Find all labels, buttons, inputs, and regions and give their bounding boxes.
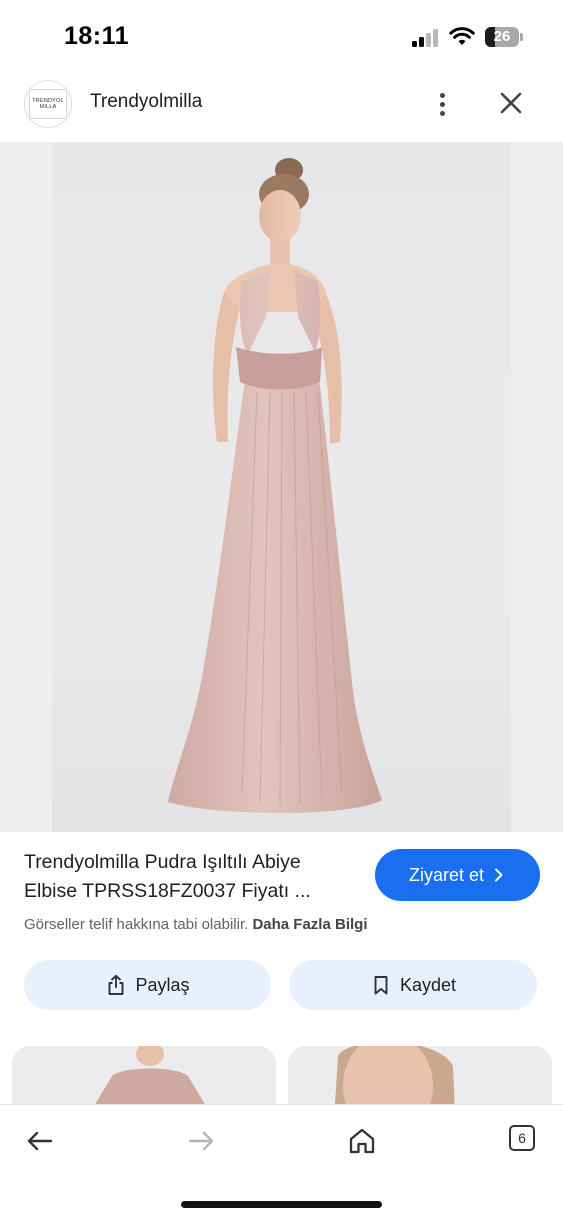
bottom-navigation-bar: 6 [0, 1104, 563, 1220]
tabs-icon[interactable]: 6 [509, 1125, 535, 1151]
battery-icon: 26 [485, 27, 519, 47]
share-button[interactable]: Paylaş [24, 960, 271, 1010]
copyright-text: Görseller telif hakkına tabi olabilir. [24, 916, 249, 933]
copyright-notice: Görseller telif hakkına tabi olabilir. D… [24, 916, 367, 933]
close-icon[interactable] [497, 89, 525, 117]
battery-cap [520, 33, 523, 41]
more-info-link[interactable]: Daha Fazla Bilgi [252, 916, 367, 933]
logo-mark: TRENDYOL MILLA [29, 89, 67, 119]
bookmark-icon [374, 976, 388, 995]
product-image[interactable] [52, 142, 511, 832]
battery-level: 26 [493, 28, 511, 45]
logo-line-2: MILLA [39, 104, 57, 110]
status-time: 18:11 [64, 22, 130, 50]
status-bar: 18:11 26 [0, 0, 563, 76]
visit-label: Ziyaret et [408, 864, 485, 885]
image-viewer-header: TRENDYOL MILLA Trendyolmilla [0, 76, 563, 142]
back-arrow-icon[interactable] [22, 1123, 58, 1159]
site-logo[interactable]: TRENDYOL MILLA [24, 80, 72, 128]
chevron-right-icon [495, 868, 503, 882]
more-vertical-icon[interactable] [428, 88, 456, 120]
home-indicator[interactable] [181, 1201, 382, 1208]
save-button[interactable]: Kaydet [289, 960, 537, 1010]
home-icon[interactable] [344, 1123, 380, 1159]
signal-icon [412, 29, 440, 47]
forward-arrow-icon[interactable] [183, 1123, 219, 1159]
wifi-icon [449, 25, 475, 47]
share-label: Paylaş [135, 974, 190, 995]
tab-count: 6 [518, 1130, 526, 1146]
image-preview-area[interactable] [0, 142, 563, 832]
save-label: Kaydet [399, 974, 457, 995]
site-name[interactable]: Trendyolmilla [90, 91, 202, 113]
result-title[interactable]: Trendyolmilla Pudra Işıltılı Abiye Elbis… [24, 848, 359, 906]
share-icon [109, 974, 124, 995]
visit-button[interactable]: Ziyaret et [375, 849, 540, 901]
